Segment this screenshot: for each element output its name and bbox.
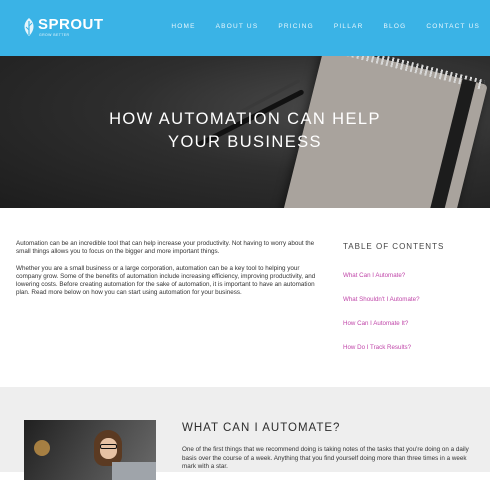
nav-contact-us[interactable]: CONTACT US (426, 23, 480, 30)
brand-tagline: GROW BETTER (39, 33, 70, 37)
intro-paragraph-1: Automation can be an incredible tool tha… (16, 240, 315, 256)
site-header: SPROUT GROW BETTER HOME ABOUT US PRICING… (0, 0, 490, 56)
page-title: HOW AUTOMATION CAN HELP YOUR BUSINESS (0, 108, 490, 154)
toc-link-how-do-i-track-results[interactable]: How Do I Track Results? (343, 344, 483, 352)
toc-link-how-can-i-automate-it[interactable]: How Can I Automate It? (343, 320, 483, 328)
page-title-line1: HOW AUTOMATION CAN HELP (109, 110, 381, 128)
intro-paragraph-2: Whether you are a small business or a la… (16, 264, 316, 297)
toc-title: TABLE OF CONTENTS (343, 242, 445, 251)
hero-banner: HOW AUTOMATION CAN HELP YOUR BUSINESS (0, 56, 490, 208)
section-body: One of the first things that we recommen… (182, 446, 469, 470)
nav-home[interactable]: HOME (171, 23, 195, 30)
intro-text: Automation can be an incredible tool tha… (16, 240, 316, 306)
toc-link-what-shouldnt-i-automate[interactable]: What Shouldn't I Automate? (343, 296, 483, 304)
woman-at-laptop-image (24, 420, 156, 480)
main-nav: HOME ABOUT US PRICING PILLAR BLOG CONTAC… (151, 23, 480, 30)
what-can-i-automate-section: WHAT CAN I AUTOMATE? One of the first th… (0, 387, 490, 480)
nav-pillar[interactable]: PILLAR (334, 23, 364, 30)
nav-blog[interactable]: BLOG (383, 23, 406, 30)
sprout-logo[interactable]: SPROUT GROW BETTER (22, 16, 103, 40)
section-heading: WHAT CAN I AUTOMATE? (182, 422, 341, 434)
brand-name: SPROUT (38, 16, 104, 33)
page-title-line2: YOUR BUSINESS (168, 133, 322, 151)
nav-about-us[interactable]: ABOUT US (216, 23, 259, 30)
toc-link-what-can-i-automate[interactable]: What Can I Automate? (343, 272, 483, 280)
table-of-contents: TABLE OF CONTENTS What Can I Automate? W… (343, 242, 483, 368)
nav-pricing[interactable]: PRICING (278, 23, 314, 30)
leaf-icon (24, 18, 34, 36)
